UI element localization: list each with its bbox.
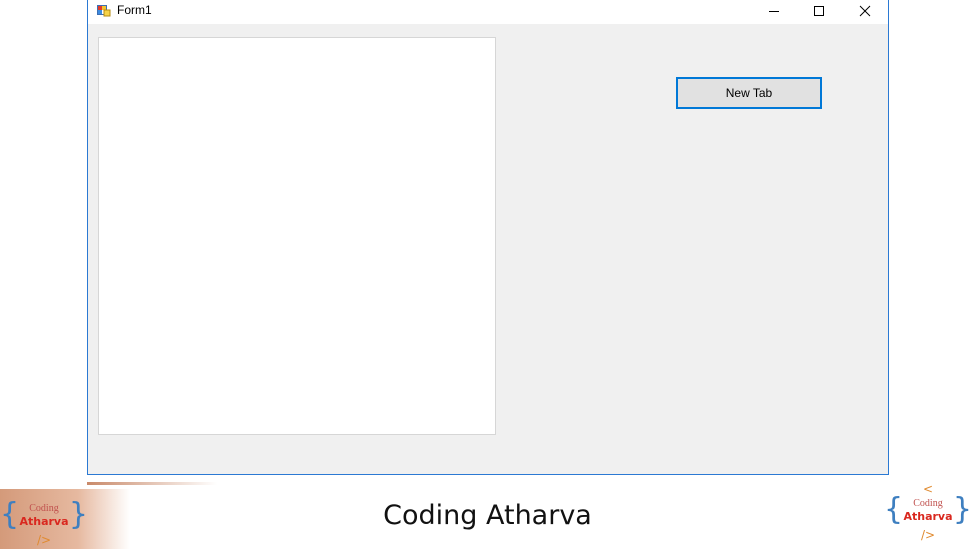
title-bar[interactable]: Form1 bbox=[88, 0, 888, 25]
tab-content-panel[interactable] bbox=[98, 37, 496, 435]
close-icon bbox=[859, 5, 871, 17]
app-icon bbox=[97, 3, 111, 17]
coding-atharva-logo-right: < { Coding Atharva /> } bbox=[884, 482, 972, 542]
maximize-button[interactable] bbox=[796, 0, 842, 22]
footer-divider bbox=[87, 482, 217, 485]
new-tab-button[interactable]: New Tab bbox=[676, 77, 822, 109]
window-title: Form1 bbox=[117, 3, 152, 17]
maximize-icon bbox=[814, 6, 824, 16]
minimize-icon bbox=[769, 11, 779, 12]
close-button[interactable] bbox=[842, 0, 888, 22]
form-window: Form1 New Tab bbox=[87, 0, 889, 475]
channel-title: Coding Atharva bbox=[383, 500, 592, 531]
minimize-button[interactable] bbox=[751, 0, 797, 22]
